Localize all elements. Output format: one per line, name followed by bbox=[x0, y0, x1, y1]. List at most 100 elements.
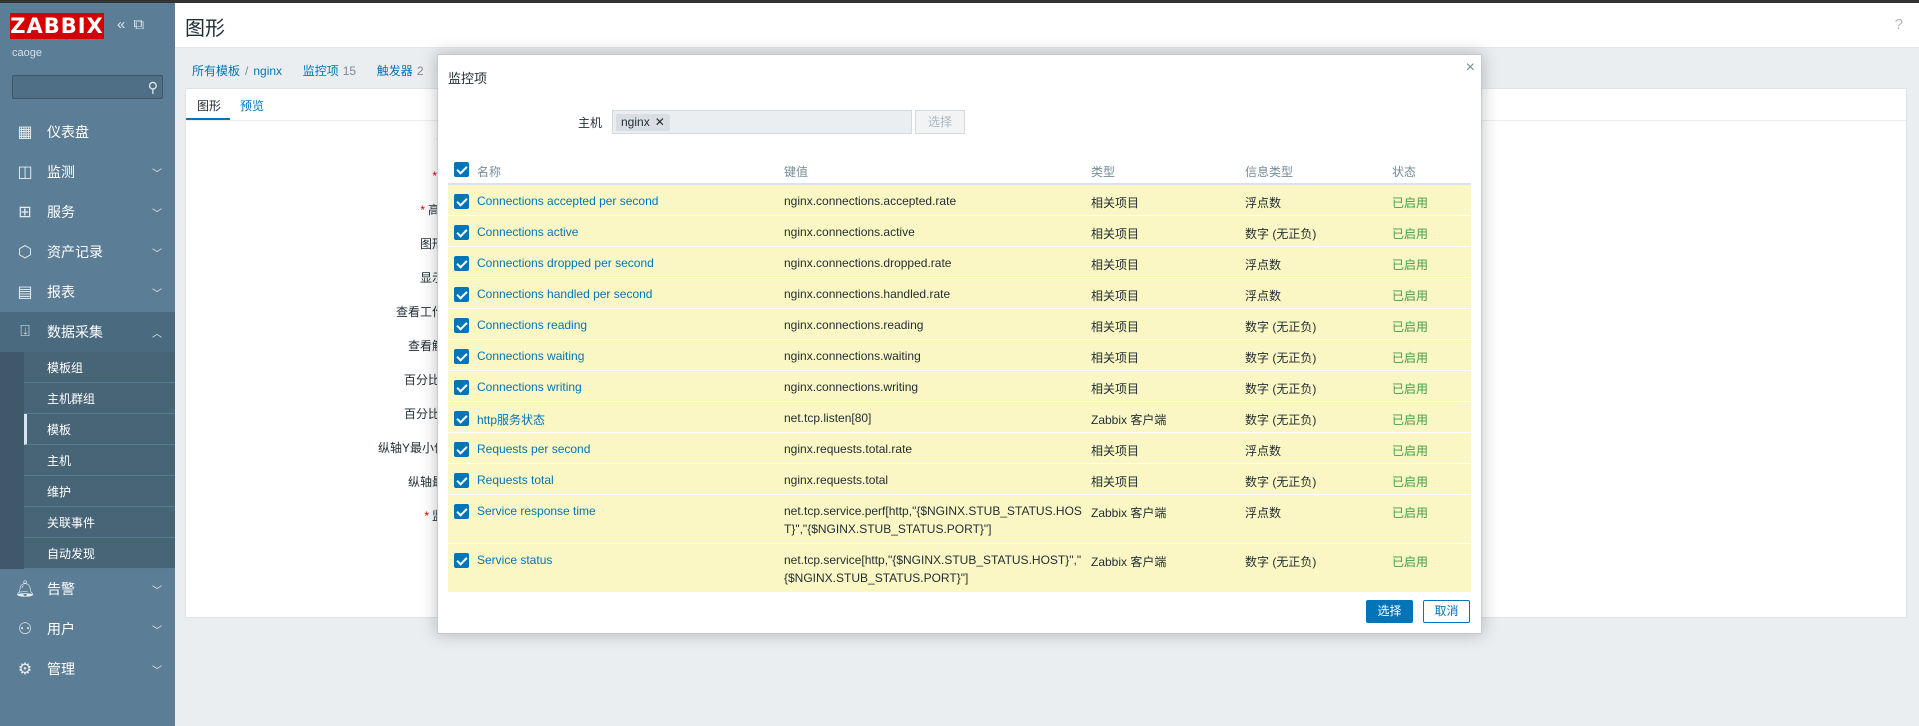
sidebar-subitem-host-groups[interactable]: 主机群组 bbox=[24, 383, 175, 414]
row-checkbox[interactable] bbox=[454, 473, 469, 488]
sidebar-item-label: 报表 bbox=[47, 284, 75, 300]
sidebar-subitem-templates[interactable]: 模板 bbox=[24, 414, 175, 445]
items-dialog: 监控项 × 主机 nginx ✕ 选择 名称 键值 类型 信息类型 状态 Conn… bbox=[437, 54, 1482, 634]
column-name[interactable]: 名称 bbox=[477, 163, 501, 180]
row-checkbox[interactable] bbox=[454, 318, 469, 333]
sidebar-item-label: 服务 bbox=[47, 204, 75, 220]
sidebar-item-inventory[interactable]: ⬡ 资产记录 ﹀ bbox=[0, 232, 175, 272]
remove-tag-icon[interactable]: ✕ bbox=[655, 115, 665, 129]
breadcrumb-items[interactable]: 监控项 bbox=[303, 64, 339, 78]
item-info-type: 数字 (无正负) bbox=[1245, 555, 1317, 569]
item-key: nginx.connections.dropped.rate bbox=[784, 256, 952, 270]
item-name-link[interactable]: Connections writing bbox=[477, 380, 582, 394]
item-name-link[interactable]: Requests total bbox=[477, 473, 554, 487]
dialog-title: 监控项 bbox=[448, 71, 488, 86]
help-icon[interactable]: ? bbox=[1895, 16, 1903, 33]
item-key: nginx.connections.handled.rate bbox=[784, 287, 951, 301]
row-checkbox[interactable] bbox=[454, 411, 469, 426]
host-label: 主机 bbox=[578, 116, 603, 130]
cancel-button[interactable]: 取消 bbox=[1423, 600, 1470, 623]
item-type: 相关项目 bbox=[1091, 289, 1140, 303]
item-name-link[interactable]: Connections accepted per second bbox=[477, 194, 658, 208]
row-checkbox[interactable] bbox=[454, 349, 469, 364]
row-checkbox[interactable] bbox=[454, 553, 469, 568]
item-name-link[interactable]: Connections active bbox=[477, 225, 578, 239]
sidebar-subitem-hosts[interactable]: 主机 bbox=[24, 445, 175, 476]
sidebar-item-users[interactable]: ⚇ 用户 ﹀ bbox=[0, 609, 175, 649]
search-input[interactable] bbox=[13, 76, 139, 98]
row-checkbox[interactable] bbox=[454, 504, 469, 519]
chevron-down-icon: ﹀ bbox=[152, 248, 162, 260]
breadcrumb-separator: / bbox=[245, 64, 249, 78]
row-checkbox[interactable] bbox=[454, 287, 469, 302]
item-name-link[interactable]: Connections dropped per second bbox=[477, 256, 654, 270]
reports-icon: ▤ bbox=[17, 284, 33, 301]
item-type: 相关项目 bbox=[1091, 320, 1140, 334]
host-multiselect[interactable]: nginx ✕ bbox=[612, 110, 912, 134]
sidebar-item-label: 监测 bbox=[47, 164, 75, 180]
sidebar-subitem-discovery[interactable]: 自动发现 bbox=[24, 538, 175, 569]
host-select-button[interactable]: 选择 bbox=[915, 110, 965, 134]
status-badge: 已启用 bbox=[1392, 227, 1429, 241]
item-type: 相关项目 bbox=[1091, 475, 1140, 489]
data-collection-icon: ⍗ bbox=[20, 323, 30, 340]
table-body: Connections accepted per second nginx.con… bbox=[448, 185, 1471, 593]
item-key: nginx.requests.total bbox=[784, 473, 889, 487]
monitoring-icon: ◫ bbox=[17, 164, 33, 181]
status-badge: 已启用 bbox=[1392, 413, 1429, 427]
kiosk-mode-icon[interactable]: ⧉ bbox=[133, 16, 144, 33]
item-key: net.tcp.service.perf[http,"{$NGINX.STUB_… bbox=[784, 504, 1082, 536]
chevron-down-icon: ﹀ bbox=[152, 168, 162, 180]
sidebar-subitem-template-groups[interactable]: 模板组 bbox=[24, 352, 175, 383]
sidebar-subitem-maintenance[interactable]: 维护 bbox=[24, 476, 175, 507]
tab-graph[interactable]: 图形 bbox=[197, 97, 221, 114]
item-name-link[interactable]: Requests per second bbox=[477, 442, 590, 456]
sidebar-item-administration[interactable]: ⚙ 管理 ﹀ bbox=[0, 649, 175, 689]
item-info-type: 浮点数 bbox=[1245, 506, 1282, 520]
sidebar-item-data-collection[interactable]: ⍗ 数据采集 ︿ bbox=[0, 312, 175, 352]
item-name-link[interactable]: Service status bbox=[477, 553, 552, 567]
bell-icon: 🔔︎ bbox=[14, 581, 36, 598]
sidebar-subitem-event-correlation[interactable]: 关联事件 bbox=[24, 507, 175, 538]
breadcrumb-triggers[interactable]: 触发器 bbox=[377, 64, 413, 78]
row-checkbox[interactable] bbox=[454, 194, 469, 209]
column-status: 状态 bbox=[1392, 165, 1417, 179]
status-badge: 已启用 bbox=[1392, 506, 1429, 520]
table-row: Requests per second nginx.requests.total.… bbox=[448, 433, 1471, 464]
sidebar-item-monitoring[interactable]: ◫ 监测 ﹀ bbox=[0, 152, 175, 192]
status-badge: 已启用 bbox=[1392, 351, 1429, 365]
chevron-down-icon: ﹀ bbox=[152, 585, 162, 597]
column-key: 键值 bbox=[784, 165, 809, 179]
table-row: Connections reading nginx.connections.rea… bbox=[448, 309, 1471, 340]
item-type: 相关项目 bbox=[1091, 196, 1140, 210]
select-all-checkbox[interactable] bbox=[454, 162, 469, 177]
sidebar-item-services[interactable]: ⊞ 服务 ﹀ bbox=[0, 192, 175, 232]
sidebar-item-dashboard[interactable]: ▦ 仪表盘 bbox=[0, 112, 175, 152]
zabbix-logo[interactable]: ZABBIX bbox=[10, 13, 104, 39]
collapse-sidebar-icon[interactable]: « bbox=[117, 16, 125, 33]
row-checkbox[interactable] bbox=[454, 380, 469, 395]
row-checkbox[interactable] bbox=[454, 442, 469, 457]
item-name-link[interactable]: Service response time bbox=[477, 504, 596, 518]
item-name-link[interactable]: http服务状态 bbox=[477, 411, 545, 428]
close-icon[interactable]: × bbox=[1466, 59, 1475, 77]
status-badge: 已启用 bbox=[1392, 444, 1429, 458]
search-icon[interactable]: ⚲ bbox=[148, 79, 158, 96]
items-table: 名称 键值 类型 信息类型 状态 Connections accepted pe… bbox=[448, 152, 1471, 593]
tab-preview[interactable]: 预览 bbox=[240, 97, 264, 114]
item-info-type: 数字 (无正负) bbox=[1245, 320, 1317, 334]
breadcrumb-template[interactable]: nginx bbox=[253, 64, 282, 78]
item-name-link[interactable]: Connections handled per second bbox=[477, 287, 652, 301]
sidebar-item-alerts[interactable]: 🔔︎ 告警 ﹀ bbox=[0, 569, 175, 609]
table-row: Requests total nginx.requests.total 相关项目 数字… bbox=[448, 464, 1471, 495]
breadcrumb-all-templates[interactable]: 所有模板 bbox=[192, 64, 240, 78]
row-checkbox[interactable] bbox=[454, 256, 469, 271]
sidebar-item-label: 告警 bbox=[47, 581, 75, 597]
status-badge: 已启用 bbox=[1392, 320, 1429, 334]
select-button[interactable]: 选择 bbox=[1366, 600, 1413, 623]
sidebar-item-reports[interactable]: ▤ 报表 ﹀ bbox=[0, 272, 175, 312]
item-name-link[interactable]: Connections waiting bbox=[477, 349, 584, 363]
row-checkbox[interactable] bbox=[454, 225, 469, 240]
item-key: net.tcp.listen[80] bbox=[784, 411, 872, 425]
item-name-link[interactable]: Connections reading bbox=[477, 318, 587, 332]
